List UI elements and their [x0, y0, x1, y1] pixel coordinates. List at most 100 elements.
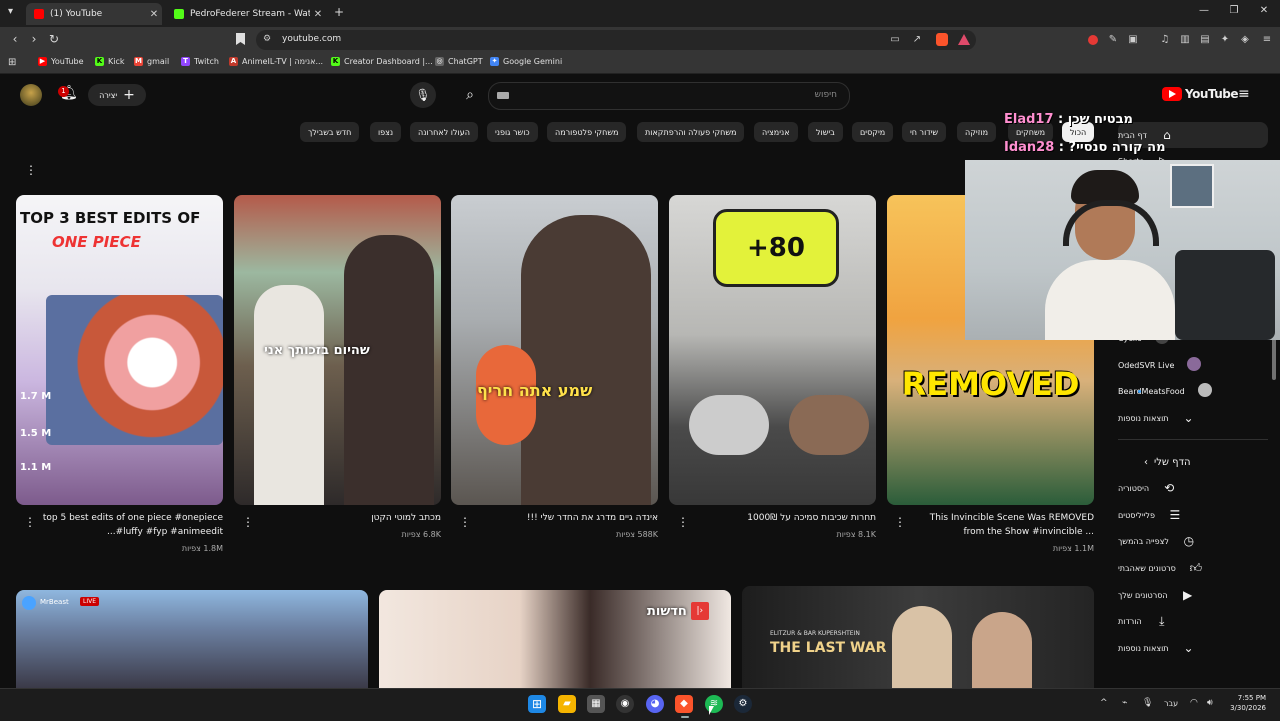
music-icon[interactable]: ♫	[1158, 33, 1172, 47]
bookmark-twitch[interactable]: T Twitch	[181, 57, 219, 66]
address-bar[interactable]	[256, 30, 976, 50]
tray-volume-icon[interactable]: 🔊︎	[1207, 698, 1213, 708]
video-thumbnail[interactable]: ELITZUR & BAR KUPERSHTEIN THE LAST WAR	[742, 586, 1094, 688]
bookmark-gmail[interactable]: Mgmail	[134, 57, 169, 66]
sidebar-item-watch-later[interactable]: ◷ לצפייה בהמשך	[1118, 528, 1268, 554]
bookmark-kick[interactable]: K Kick	[95, 57, 125, 66]
minimize-icon[interactable]: —	[1192, 5, 1216, 16]
video-menu-icon[interactable]: ⋮	[894, 515, 906, 529]
tray-clock[interactable]: 7:55 PM 3/30/2026	[1226, 693, 1266, 713]
tab-youtube[interactable]: (1) YouTube ✕	[26, 3, 162, 25]
sidebar-subs-more[interactable]: ⌄ תוצאות נוספות	[1118, 405, 1268, 431]
bookmark-gemini[interactable]: ✦ Google Gemini	[490, 57, 562, 66]
shelf-more-icon[interactable]: ⋮	[25, 163, 37, 177]
chip-animation[interactable]: אנימציה	[754, 122, 798, 142]
video-thumbnail[interactable]: שמע אתה חריף	[451, 195, 658, 505]
tab-kick[interactable]: PedroFederer Stream - Watch Live on Kick…	[166, 3, 326, 25]
record-extension-icon[interactable]	[1088, 35, 1098, 45]
sidebar-you-header[interactable]: הדף שלי ›	[1118, 449, 1268, 475]
chip-recently-uploaded[interactable]: העולו לאחרונה	[410, 122, 478, 142]
chip-live[interactable]: שידור חי	[902, 122, 947, 142]
restore-icon[interactable]: ❐	[1222, 5, 1246, 16]
avatar[interactable]	[20, 84, 42, 106]
sidebar-item-your-videos[interactable]: ▶ הסרטונים שלך	[1118, 582, 1268, 608]
sidebar-you-more[interactable]: ⌄ תוצאות נוספות	[1118, 635, 1268, 661]
leo-ai-icon[interactable]: ✦	[1218, 33, 1232, 47]
close-tab-icon[interactable]: ✕	[146, 9, 162, 20]
keyboard-icon[interactable]	[497, 92, 509, 99]
url-text[interactable]: youtube.com	[282, 34, 341, 44]
cast-icon[interactable]: ▭	[888, 33, 902, 47]
windows-start-icon[interactable]: ⊞	[528, 695, 546, 713]
video-thumbnail[interactable]: חדשות |›	[379, 590, 731, 688]
site-info-icon[interactable]: ⚙	[263, 34, 271, 44]
sidebar-item-playlists[interactable]: ☰ פלייליסטים	[1118, 502, 1268, 528]
close-window-icon[interactable]: ✕	[1252, 5, 1276, 16]
video-title[interactable]: תחרות שכיבות סמיכה על 1000₪	[693, 511, 876, 525]
menu-icon[interactable]: ≡	[1260, 33, 1274, 47]
brave-rewards-icon[interactable]	[958, 34, 970, 45]
steam-icon[interactable]: ⚙	[734, 695, 752, 713]
chip-music[interactable]: מוזיקה	[957, 122, 997, 142]
wallet-icon[interactable]: ▤	[1198, 33, 1212, 47]
spotify-icon[interactable]: ≋	[705, 695, 723, 713]
search-button[interactable]: ⌕	[452, 82, 488, 108]
video-menu-icon[interactable]: ⋮	[24, 515, 36, 529]
bookmark-animeil[interactable]: A AnimeIL-TV | אנימה...	[229, 57, 323, 66]
language-indicator[interactable]: עבר	[1164, 699, 1178, 708]
forward-icon[interactable]: ›	[27, 32, 41, 46]
video-menu-icon[interactable]: ⋮	[459, 515, 471, 529]
close-tab-icon[interactable]: ✕	[310, 9, 326, 20]
video-title[interactable]: מכתב למוטי הקטן	[258, 511, 441, 525]
screenshot-icon[interactable]: ▣	[1126, 33, 1140, 47]
video-title[interactable]: אינדה גיים מדרג את החדר שלי !!!	[475, 511, 658, 525]
chip-watched[interactable]: נצפו	[370, 122, 402, 142]
create-button[interactable]: יצירה +	[88, 84, 146, 106]
discord-icon[interactable]: ◕	[646, 695, 664, 713]
sidebar-scrollbar[interactable]	[1272, 338, 1276, 380]
share-icon[interactable]: ↗	[910, 33, 924, 47]
video-thumbnail[interactable]: MrBeast LIVE	[16, 590, 368, 688]
apps-grid-icon[interactable]: ⊞	[8, 57, 16, 68]
guide-menu-icon[interactable]: ≡	[1238, 86, 1250, 102]
back-icon[interactable]: ‹	[8, 32, 22, 46]
vpn-icon[interactable]: ◈	[1238, 33, 1252, 47]
video-title[interactable]: top 5 best edits of one piece #onepiece …	[40, 511, 223, 539]
bookmark-creator-dashboard[interactable]: K Creator Dashboard |...	[331, 57, 433, 66]
video-thumbnail[interactable]: +80	[669, 195, 876, 505]
chip-cooking[interactable]: בישול	[808, 122, 843, 142]
obs-icon[interactable]: ◉	[616, 695, 634, 713]
sidebar-item-liked[interactable]: 👍︎ סרטונים שאהבתי	[1118, 555, 1268, 581]
tray-chevron-up-icon[interactable]: ^	[1100, 698, 1108, 708]
sidebar-item-downloads[interactable]: ⤓ הורדות	[1118, 608, 1268, 634]
brave-shield-icon[interactable]	[936, 33, 948, 46]
tray-mic-icon[interactable]: 🎙︎	[1142, 698, 1153, 708]
video-title[interactable]: This Invincible Scene Was REMOVED from t…	[910, 511, 1094, 539]
video-menu-icon[interactable]: ⋮	[242, 515, 254, 529]
bookmark-youtube[interactable]: ▶ YouTube	[38, 57, 84, 66]
file-explorer-icon[interactable]: ▰	[558, 695, 576, 713]
chip-action-adventure[interactable]: משחקי פעולה והרפתקאות	[637, 122, 745, 142]
sidebar-item-history[interactable]: ⟲ היסטוריה	[1118, 475, 1268, 501]
video-thumbnail[interactable]: שהיום בזכותך אני	[234, 195, 441, 505]
search-input[interactable]: חיפוש	[488, 82, 850, 110]
youtube-logo[interactable]: YouTube	[1162, 87, 1239, 101]
new-tab-button[interactable]: +	[334, 5, 344, 19]
reload-icon[interactable]: ↻	[47, 32, 61, 46]
voice-search-icon[interactable]: 🎙︎	[410, 82, 436, 108]
tray-wifi-icon[interactable]: ◠	[1190, 698, 1198, 708]
brave-icon[interactable]: ◆	[675, 695, 693, 713]
chip-fitness[interactable]: כושר גופני	[487, 122, 538, 142]
sidebar-sub-beardmeatsfood[interactable]: BeardMeatsFood	[1118, 378, 1268, 404]
store-icon[interactable]: ▦	[587, 695, 605, 713]
video-thumbnail[interactable]: TOP 3 BEST EDITS OF ONE PIECE 1.7 M 1.5 …	[16, 195, 223, 505]
video-menu-icon[interactable]: ⋮	[677, 515, 689, 529]
sidebar-toggle-icon[interactable]: ▥	[1178, 33, 1192, 47]
chip-mixes[interactable]: מיקסים	[852, 122, 894, 142]
tray-network-icon[interactable]: ⌁	[1122, 698, 1127, 708]
chip-platformer[interactable]: משחקי פלטפורמה	[547, 122, 627, 142]
extensions-icon[interactable]: ✎	[1106, 33, 1120, 47]
chip-new-to-you[interactable]: חדש בשבילך	[300, 122, 360, 142]
tab-menu-icon[interactable]: ▾	[8, 6, 18, 20]
bookmark-chatgpt[interactable]: ◎ ChatGPT	[435, 57, 483, 66]
